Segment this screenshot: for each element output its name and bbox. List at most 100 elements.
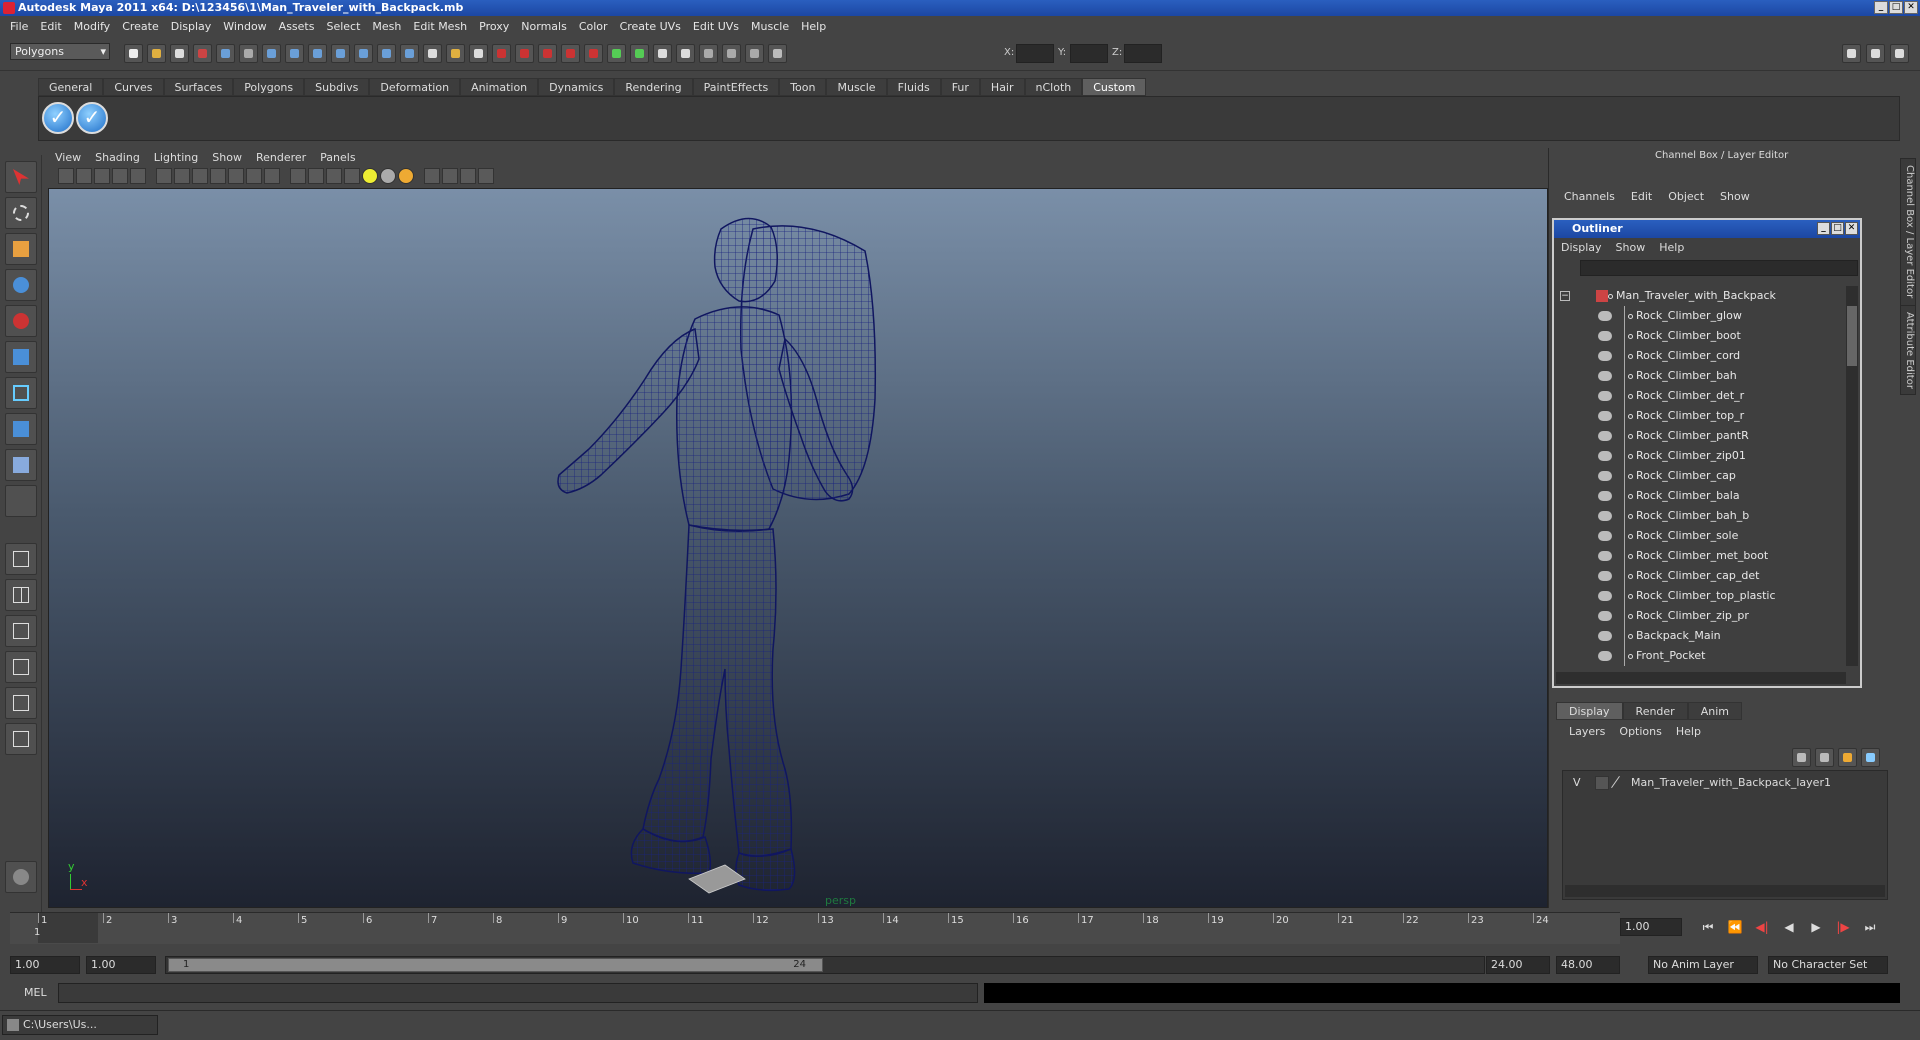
textured-icon[interactable] xyxy=(192,168,208,184)
all-lights-icon[interactable] xyxy=(380,168,396,184)
outliner-maximize-button[interactable]: □ xyxy=(1831,222,1844,235)
menu-normals[interactable]: Normals xyxy=(515,20,573,33)
film-gate-icon[interactable] xyxy=(460,168,476,184)
shelf-tab-fur[interactable]: Fur xyxy=(940,78,980,96)
outliner-item[interactable]: Rock_Climber_top_r xyxy=(1556,406,1840,426)
range-slider[interactable]: 1 24 xyxy=(165,956,1485,974)
shelf-tab-animation[interactable]: Animation xyxy=(460,78,539,96)
layer-help-menu[interactable]: Help xyxy=(1669,725,1708,738)
ipr-render-icon[interactable] xyxy=(722,44,741,63)
z-coord-field[interactable] xyxy=(1124,44,1162,63)
outliner-item[interactable]: Rock_Climber_pantR xyxy=(1556,426,1840,446)
snap-view-plane-icon[interactable] xyxy=(561,44,580,63)
mask-dynamics-icon[interactable] xyxy=(377,44,396,63)
shelf-tab-custom[interactable]: Custom xyxy=(1082,78,1147,96)
mask-joints-icon[interactable] xyxy=(285,44,304,63)
shelf-checkmark-icon-1[interactable]: ✓ xyxy=(42,102,74,134)
outliner-item[interactable]: Rock_Climber_zip_pr xyxy=(1556,606,1840,626)
grid-toggle-icon[interactable] xyxy=(130,168,146,184)
snap-curve-icon[interactable] xyxy=(515,44,534,63)
menu-file[interactable]: File xyxy=(4,20,34,33)
channel-box-toggle-icon[interactable] xyxy=(1866,44,1885,63)
shelf-tab-fluids[interactable]: Fluids xyxy=(886,78,941,96)
highlight-selection-icon[interactable] xyxy=(469,44,488,63)
shelf-tab-subdivs[interactable]: Subdivs xyxy=(304,78,370,96)
shelf-tab-deformation[interactable]: Deformation xyxy=(369,78,461,96)
viewport-menu-show[interactable]: Show xyxy=(205,151,249,164)
go-to-end-icon[interactable]: ⏭ xyxy=(1860,920,1880,936)
playback-end-field[interactable]: 24.00 xyxy=(1486,956,1550,974)
current-frame-field[interactable]: 1.00 xyxy=(1620,918,1682,936)
outliner-item[interactable]: Rock_Climber_zip01 xyxy=(1556,446,1840,466)
camera-attributes-icon[interactable] xyxy=(76,168,92,184)
shadows-icon[interactable] xyxy=(228,168,244,184)
attribute-editor-side-tab[interactable]: Attribute Editor xyxy=(1900,305,1916,395)
menu-help[interactable]: Help xyxy=(795,20,832,33)
edit-menu[interactable]: Edit xyxy=(1623,190,1660,203)
layer-tab-anim[interactable]: Anim xyxy=(1687,702,1742,720)
step-forward-frame-icon[interactable]: |▶ xyxy=(1833,920,1853,936)
outliner-vertical-scrollbar[interactable] xyxy=(1846,286,1858,666)
flat-lighting-icon[interactable] xyxy=(398,168,414,184)
playback-start-field[interactable]: 1.00 xyxy=(86,956,156,974)
construction-history-icon[interactable] xyxy=(607,44,626,63)
menu-window[interactable]: Window xyxy=(217,20,272,33)
layers-menu[interactable]: Layers xyxy=(1562,725,1612,738)
checker-icon[interactable] xyxy=(344,168,360,184)
new-scene-icon[interactable] xyxy=(124,44,143,63)
shelf-tab-dynamics[interactable]: Dynamics xyxy=(538,78,615,96)
outliner-item[interactable]: Rock_Climber_cap_det xyxy=(1556,566,1840,586)
rotate-tool-icon[interactable] xyxy=(5,305,37,337)
mask-misc-icon[interactable] xyxy=(423,44,442,63)
outliner-item[interactable]: Rock_Climber_glow xyxy=(1556,306,1840,326)
shelf-tab-polygons[interactable]: Polygons xyxy=(233,78,305,96)
go-to-start-icon[interactable]: ⏮ xyxy=(1698,920,1718,936)
shelf-tab-hair[interactable]: Hair xyxy=(979,78,1025,96)
field-chart-icon[interactable] xyxy=(478,168,494,184)
show-manipulator-icon[interactable] xyxy=(5,449,37,481)
render-frame-icon[interactable] xyxy=(699,44,718,63)
menu-select[interactable]: Select xyxy=(320,20,366,33)
layer-tab-render[interactable]: Render xyxy=(1622,702,1688,720)
object-menu[interactable]: Object xyxy=(1660,190,1712,203)
tool-settings-toggle-icon[interactable] xyxy=(1890,44,1909,63)
outliner-item[interactable]: Rock_Climber_top_plastic xyxy=(1556,586,1840,606)
wire-on-shaded-icon[interactable] xyxy=(308,168,324,184)
outliner-item[interactable]: Rock_Climber_sole xyxy=(1556,526,1840,546)
select-tool-icon[interactable] xyxy=(5,161,37,193)
range-slider-handle[interactable]: 1 24 xyxy=(168,958,823,972)
layer-color-swatch[interactable] xyxy=(1595,776,1609,790)
outliner-minimize-button[interactable]: _ xyxy=(1817,222,1830,235)
x-coord-field[interactable] xyxy=(1016,44,1054,63)
play-forwards-icon[interactable]: ▶ xyxy=(1806,920,1826,936)
menu-edit-uvs[interactable]: Edit UVs xyxy=(687,20,745,33)
mask-surfaces-icon[interactable] xyxy=(331,44,350,63)
snap-grid-icon[interactable] xyxy=(492,44,511,63)
layer-row[interactable]: V Man_Traveler_with_Backpack_layer1 xyxy=(1565,773,1885,793)
transform-field-icon[interactable] xyxy=(768,44,787,63)
outliner-horizontal-scrollbar[interactable] xyxy=(1556,672,1846,684)
shelf-tab-general[interactable]: General xyxy=(38,78,104,96)
render-settings-icon[interactable] xyxy=(745,44,764,63)
command-input[interactable] xyxy=(58,983,978,1003)
bookmarks-icon[interactable] xyxy=(94,168,110,184)
outliner-close-button[interactable]: ✕ xyxy=(1845,222,1858,235)
collapse-icon[interactable]: − xyxy=(1560,291,1570,301)
move-layer-down-icon[interactable] xyxy=(1815,748,1834,767)
animation-start-field[interactable]: 1.00 xyxy=(10,956,80,974)
y-coord-field[interactable] xyxy=(1070,44,1108,63)
character-set-selector[interactable]: No Character Set xyxy=(1768,956,1888,974)
make-live-icon[interactable] xyxy=(584,44,603,63)
step-back-key-icon[interactable]: ⏪ xyxy=(1725,920,1745,936)
shelf-tab-ncloth[interactable]: nCloth xyxy=(1024,78,1083,96)
select-object-icon[interactable] xyxy=(216,44,235,63)
shelf-tab-curves[interactable]: Curves xyxy=(103,78,164,96)
outliner-item[interactable]: Rock_Climber_boot xyxy=(1556,326,1840,346)
select-component-icon[interactable] xyxy=(239,44,258,63)
output-ops-icon[interactable] xyxy=(653,44,672,63)
layer-visibility-toggle[interactable]: V xyxy=(1573,773,1581,793)
custom-layout-icon[interactable] xyxy=(5,723,37,755)
wireframe-icon[interactable] xyxy=(156,168,172,184)
minimize-button[interactable]: _ xyxy=(1874,1,1888,14)
menu-modify[interactable]: Modify xyxy=(68,20,116,33)
